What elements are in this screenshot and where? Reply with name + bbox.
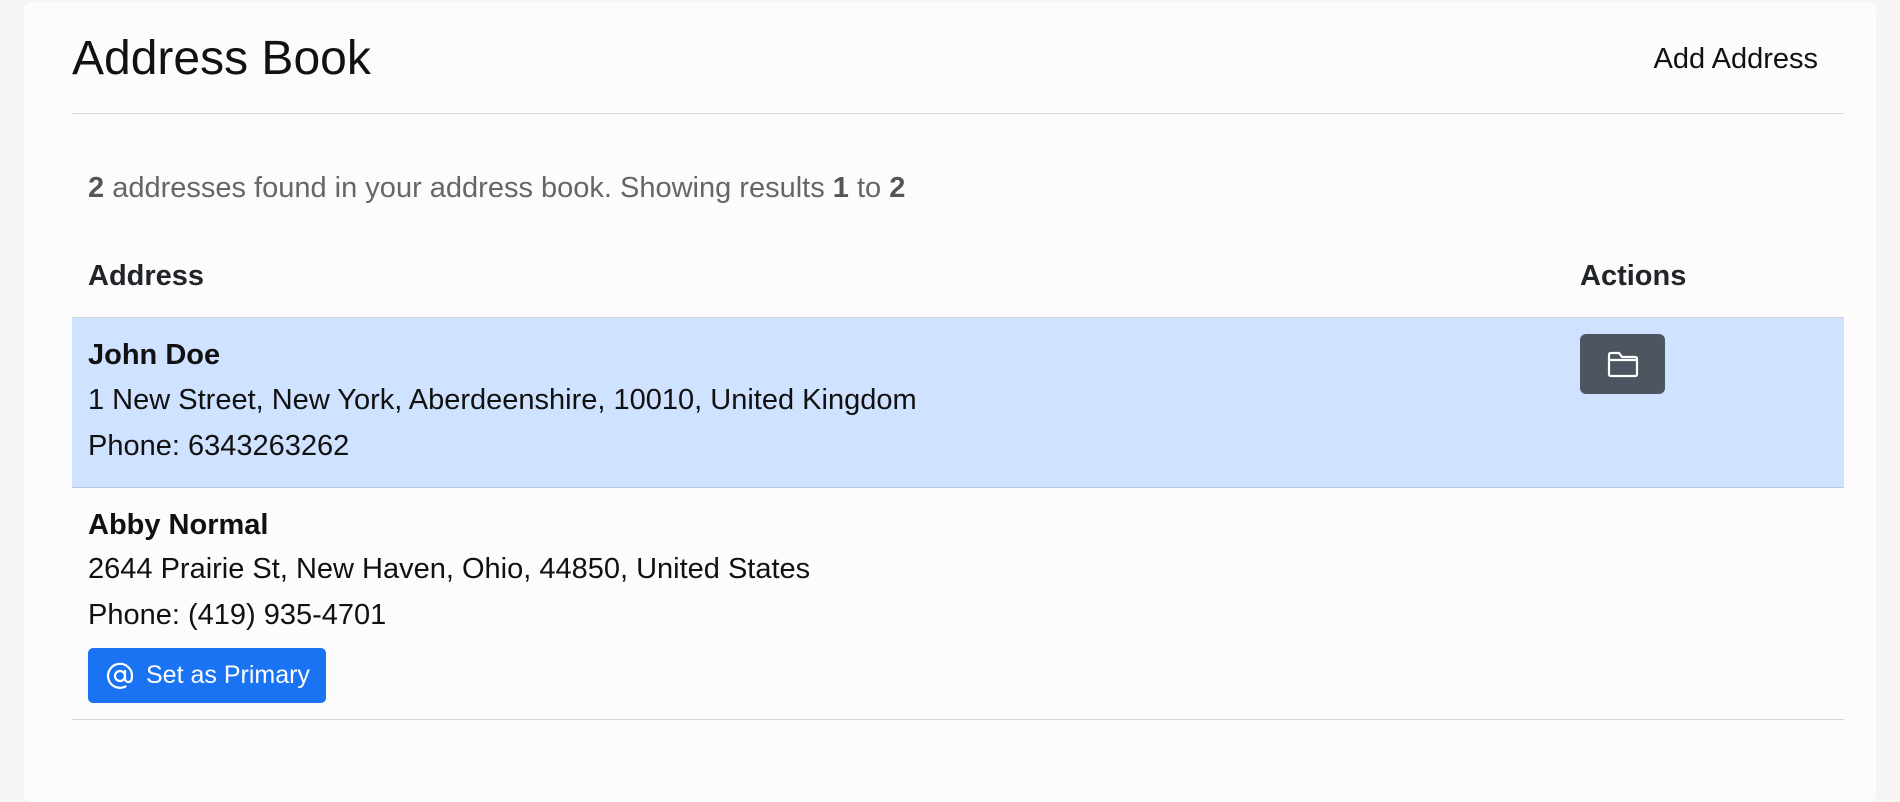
results-summary: 2 addresses found in your address book. … (88, 172, 905, 205)
set-as-primary-label: Set as Primary (146, 661, 310, 689)
page-title: Address Book (72, 32, 371, 85)
table-row: Abby Normal 2644 Prairie St, New Haven, … (72, 488, 1844, 720)
add-address-link[interactable]: Add Address (1654, 43, 1818, 76)
address-phone: Phone: 6343263262 (88, 430, 350, 462)
address-name: Abby Normal (88, 509, 269, 541)
address-line: 1 New Street, New York, Aberdeenshire, 1… (88, 384, 917, 416)
results-to: 2 (889, 172, 906, 204)
at-sign-icon (106, 662, 134, 690)
folder-button[interactable] (1580, 334, 1665, 394)
summary-text: addresses found in your address book. Sh… (104, 172, 833, 204)
results-count: 2 (88, 172, 105, 204)
address-name: John Doe (88, 339, 221, 371)
summary-to-word: to (848, 172, 890, 204)
results-from: 1 (832, 172, 849, 204)
address-line: 2644 Prairie St, New Haven, Ohio, 44850,… (88, 553, 811, 585)
folder-icon (1607, 350, 1639, 378)
column-header-address: Address (88, 260, 205, 292)
table-row: John Doe 1 New Street, New York, Aberdee… (72, 317, 1844, 488)
address-phone: Phone: (419) 935-4701 (88, 599, 387, 631)
column-header-actions: Actions (1580, 260, 1687, 292)
page-header: Address Book Add Address (72, 28, 1844, 114)
set-as-primary-button[interactable]: Set as Primary (88, 648, 326, 703)
